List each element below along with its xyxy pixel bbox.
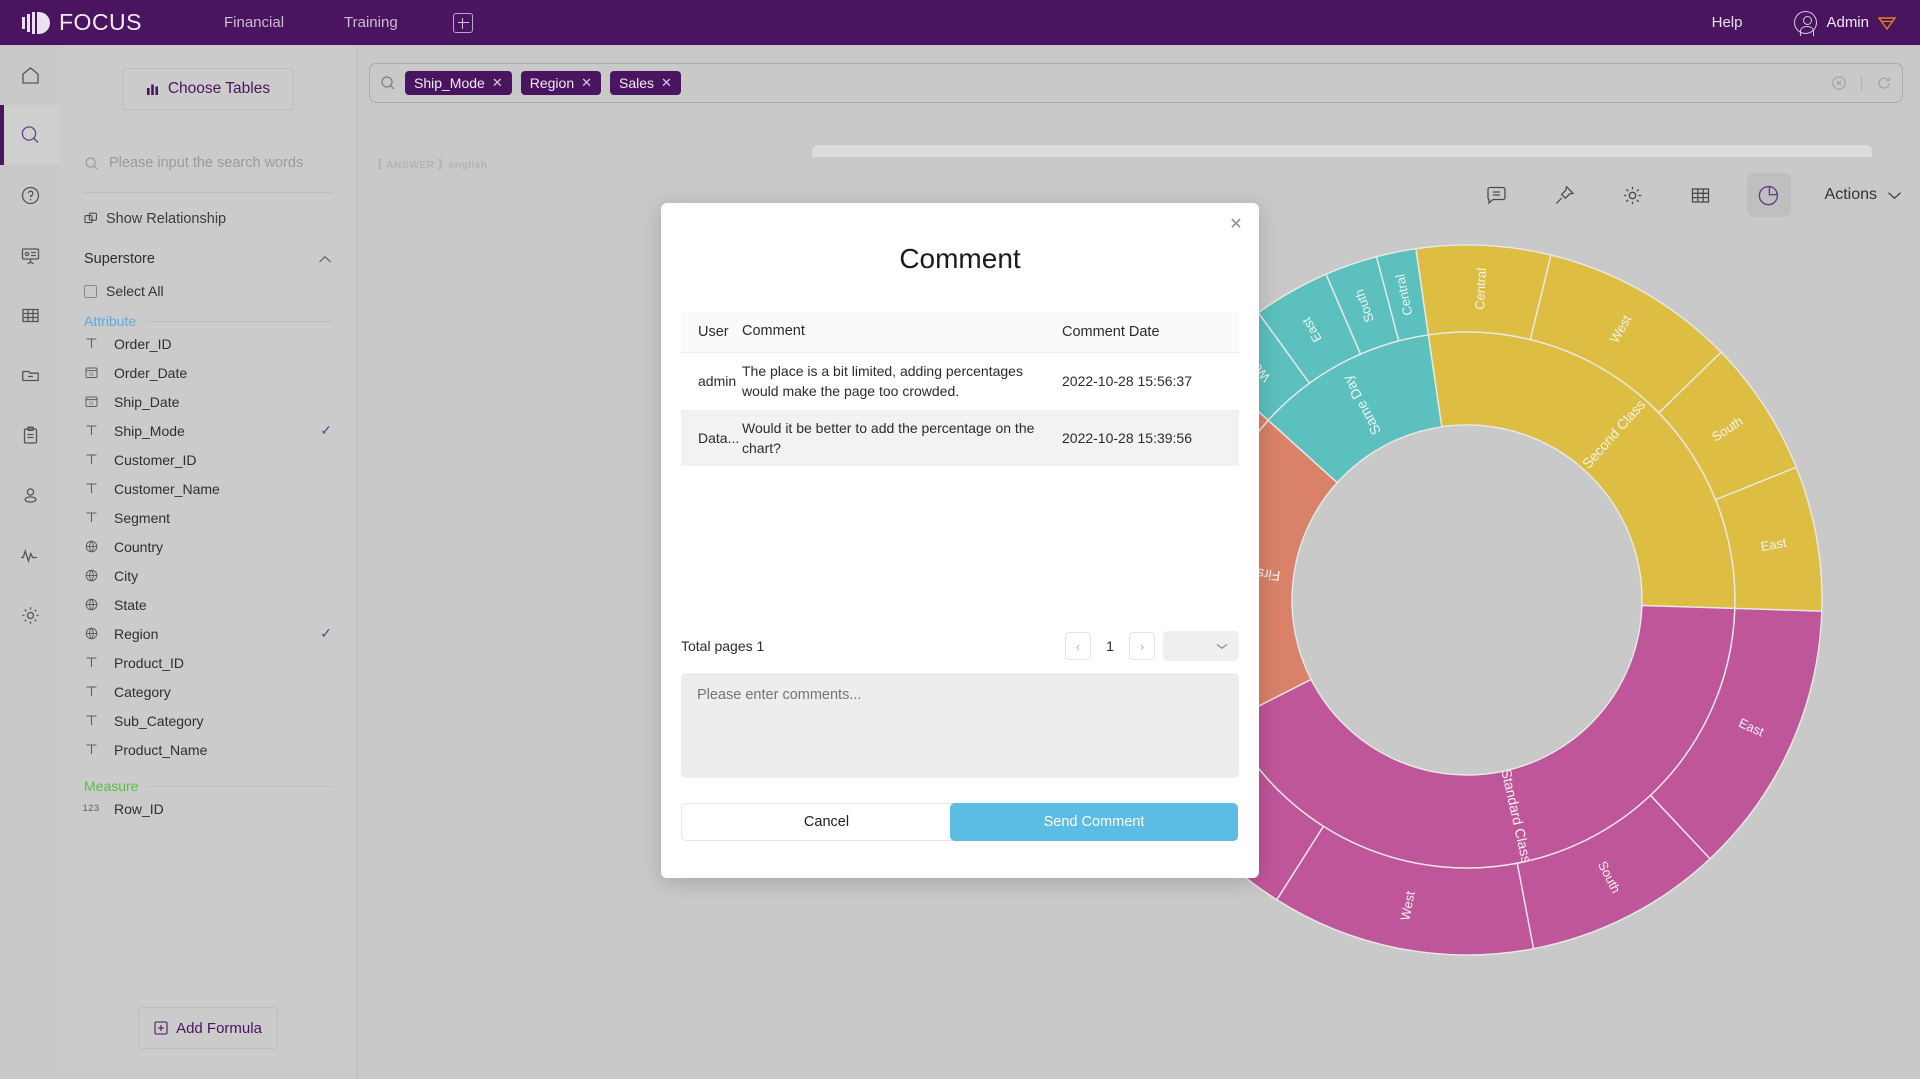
comment-table: User Comment Comment Date admin The place… [681, 312, 1239, 467]
cell-user: Data... [698, 429, 740, 446]
total-pages-label: Total pages [681, 638, 753, 654]
table-header-row: User Comment Comment Date [681, 312, 1239, 353]
cell-user: admin [698, 373, 737, 390]
chevron-right-icon[interactable]: › [1129, 632, 1155, 660]
comment-dialog: ✕ Comment User Comment Comment Date admi… [661, 203, 1259, 878]
comment-input[interactable] [681, 673, 1239, 778]
current-page: 1 [1106, 638, 1114, 654]
cancel-button[interactable]: Cancel [681, 803, 972, 841]
chevron-down-icon [1216, 643, 1228, 649]
pagination: Total pages 1 ‹ 1 › [681, 631, 1239, 661]
page-size-select[interactable] [1163, 631, 1239, 661]
send-comment-button[interactable]: Send Comment [950, 803, 1238, 841]
modal-overlay: ✕ Comment User Comment Comment Date admi… [0, 0, 1920, 1079]
total-pages-value: 1 [756, 638, 765, 654]
cell-comment: The place is a bit limited, adding perce… [742, 363, 1023, 400]
table-row: Data... Would it be better to add the per… [681, 409, 1239, 467]
column-header-date: Comment Date [1062, 324, 1160, 340]
column-header-comment: Comment [742, 323, 805, 340]
pagination-controls: ‹ 1 › [1065, 631, 1239, 661]
table-body: admin The place is a bit limited, adding … [681, 353, 1239, 467]
cell-comment: Would it be better to add the percentage… [742, 419, 1035, 456]
chevron-left-icon[interactable]: ‹ [1065, 632, 1091, 660]
dialog-actions: Cancel Send Comment [681, 803, 1239, 841]
total-pages-text: Total pages 1 [681, 638, 764, 654]
close-icon[interactable]: ✕ [1227, 215, 1245, 233]
column-header-user: User [698, 324, 729, 340]
table-row: admin The place is a bit limited, adding … [681, 353, 1239, 410]
cell-date: 2022-10-28 15:39:56 [1062, 429, 1192, 446]
dialog-title: Comment [899, 243, 1021, 274]
cell-date: 2022-10-28 15:56:37 [1062, 373, 1192, 390]
